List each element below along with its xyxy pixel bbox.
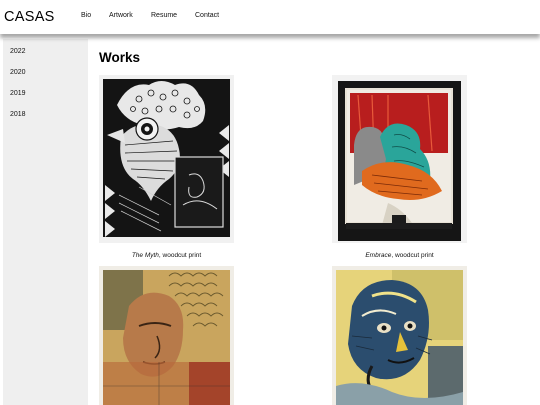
page-title: Works: [99, 50, 141, 65]
artwork-image-portrait-blue[interactable]: [332, 266, 467, 405]
top-navigation-bar: CASAS Bio Artwork Resume Contact: [0, 0, 540, 34]
year-sidebar: 2022 2020 2019 2018: [3, 39, 88, 405]
painted-portrait-blue-image: [332, 266, 467, 405]
nav-link-artwork[interactable]: Artwork: [109, 12, 133, 19]
artwork-caption-the-myth: The Myth, woodcut print: [99, 252, 234, 259]
nav-link-resume[interactable]: Resume: [151, 12, 177, 19]
artwork-medium: , woodcut print: [391, 252, 434, 259]
artwork-image-the-myth[interactable]: [99, 75, 234, 243]
sidebar-item-2019[interactable]: 2019: [10, 90, 26, 97]
artwork-title: The Myth: [131, 252, 159, 259]
woodcut-embrace-image: [332, 75, 467, 243]
painted-portrait-image: [99, 266, 234, 405]
sidebar-item-2022[interactable]: 2022: [10, 48, 26, 55]
artwork-image-embrace[interactable]: [332, 75, 467, 243]
artwork-medium: , woodcut print: [158, 252, 202, 259]
nav-link-contact[interactable]: Contact: [195, 12, 219, 19]
works-gallery: Works The Myth, woodcut print Embrace, w…: [88, 34, 540, 405]
woodcut-rooster-image: [99, 75, 234, 243]
artwork-title: Embrace: [365, 252, 392, 259]
sidebar-item-2018[interactable]: 2018: [10, 111, 26, 118]
artwork-image-portrait-gold[interactable]: [99, 266, 234, 405]
nav-link-bio[interactable]: Bio: [81, 12, 91, 19]
sidebar-item-2020[interactable]: 2020: [10, 69, 26, 76]
site-logo[interactable]: CASAS: [4, 9, 55, 25]
artwork-caption-embrace: Embrace, woodcut print: [332, 252, 467, 259]
